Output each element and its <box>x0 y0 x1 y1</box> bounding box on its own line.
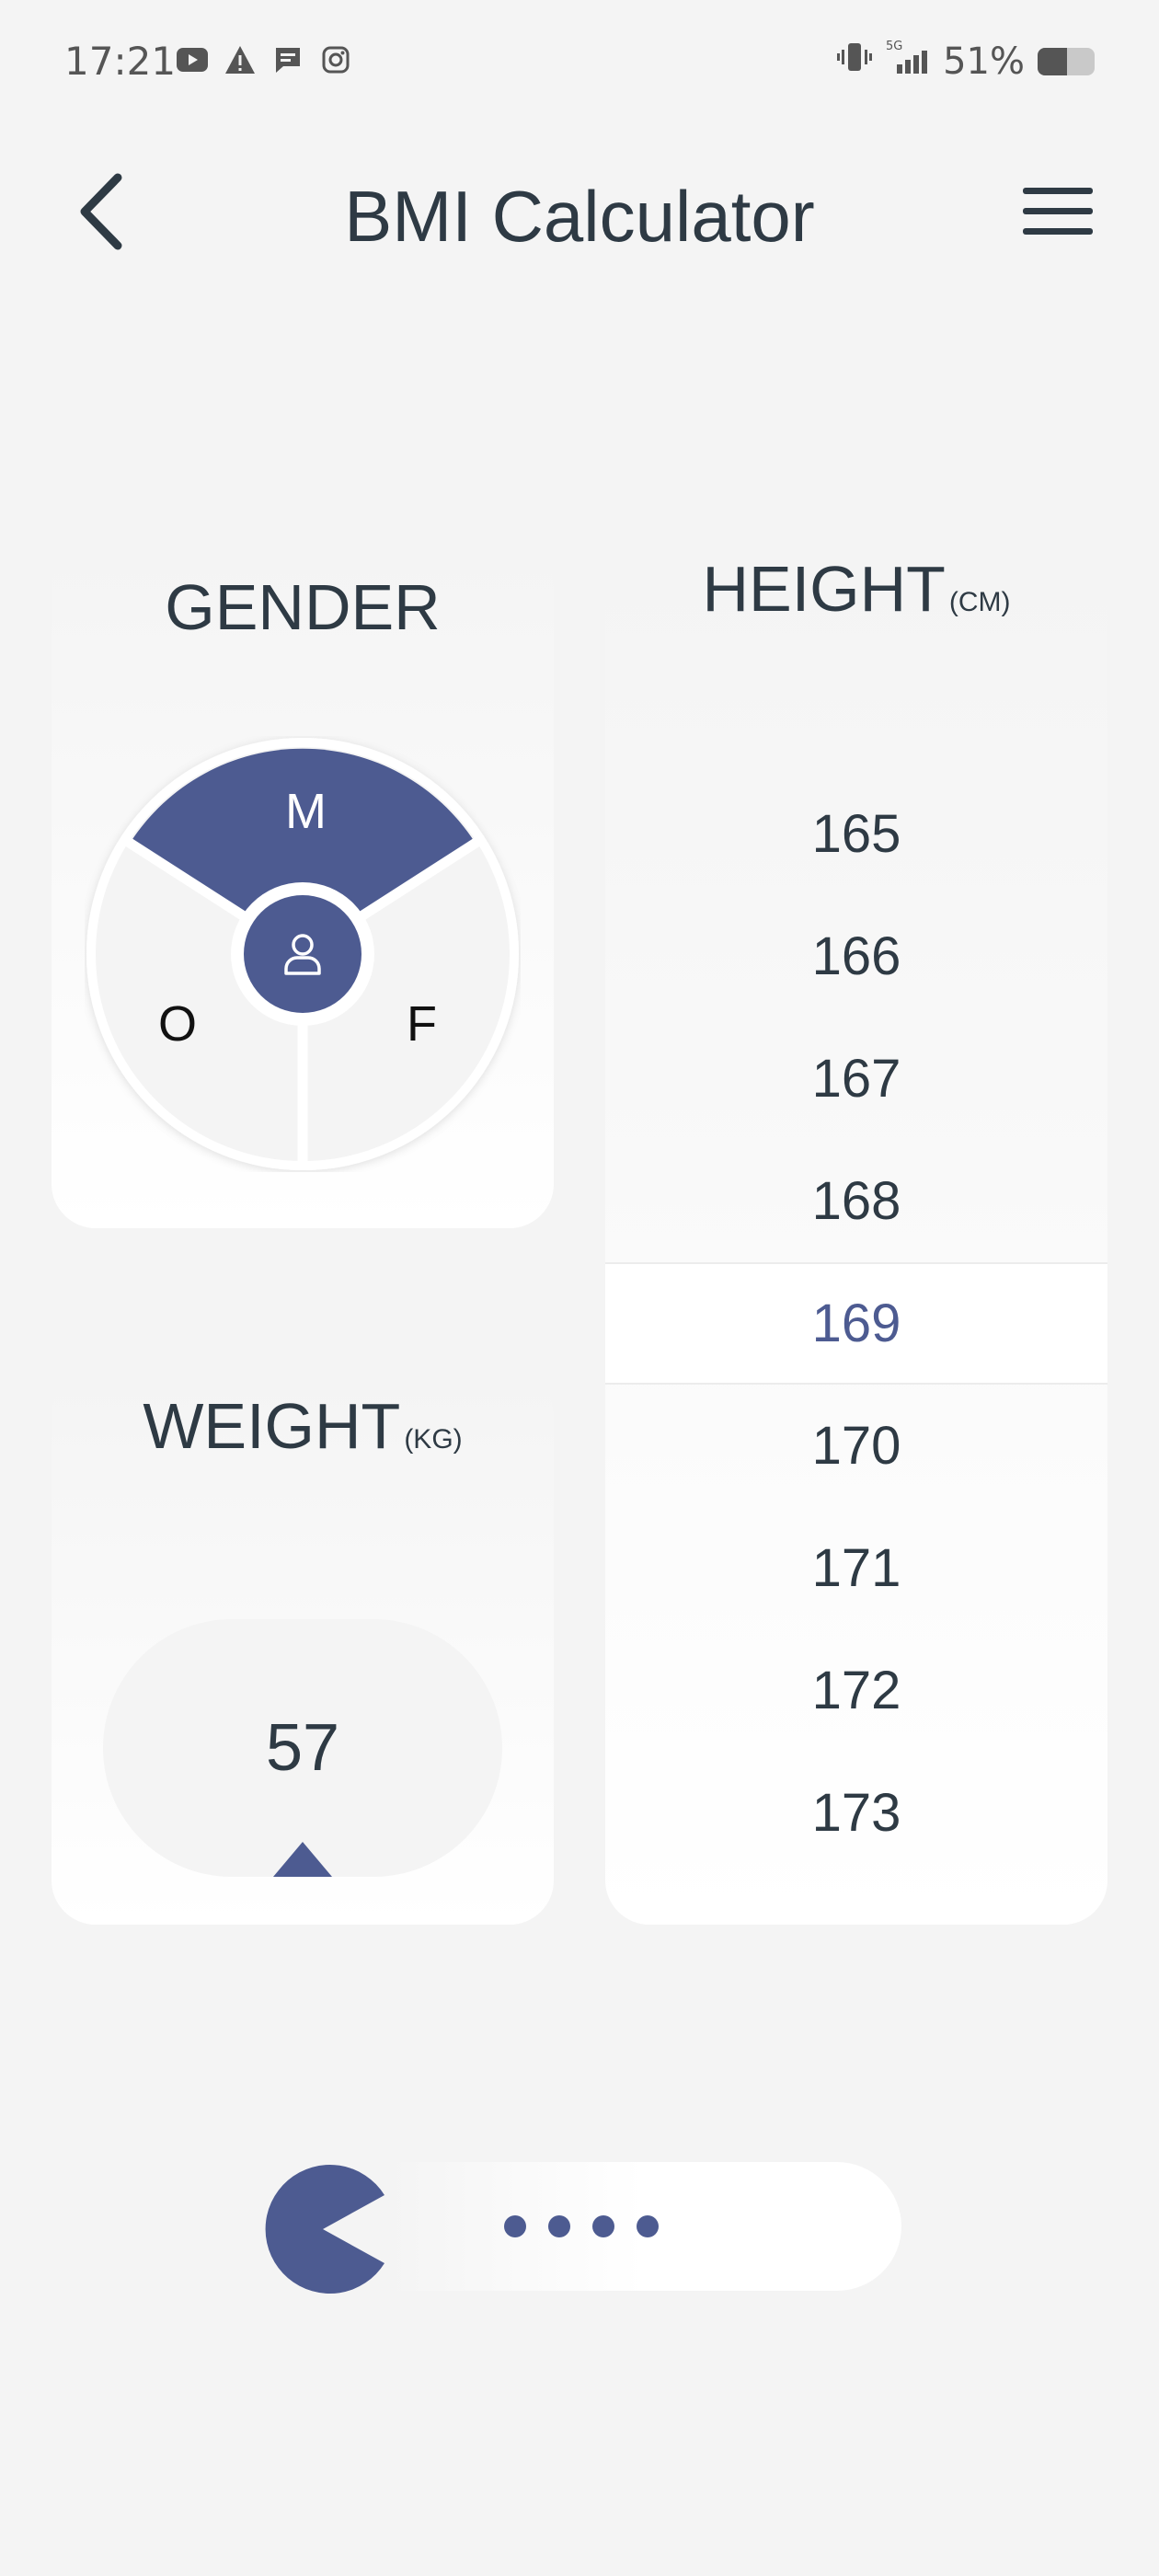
status-time: 17:21 <box>64 39 177 84</box>
height-option[interactable]: 165 <box>605 773 1107 895</box>
battery-icon <box>1038 48 1095 75</box>
gender-option-other[interactable]: O <box>158 999 197 1049</box>
slider-dots <box>504 2215 659 2237</box>
gender-card: GENDER M O F <box>52 543 554 1228</box>
weight-title: WEIGHT (KG) <box>52 1389 554 1463</box>
signal-icon: 5G <box>886 39 930 85</box>
youtube-icon <box>175 42 210 77</box>
height-option[interactable]: 170 <box>605 1385 1107 1507</box>
height-option[interactable]: 167 <box>605 1018 1107 1140</box>
height-option-selected[interactable]: 169 <box>605 1262 1107 1385</box>
hamburger-menu-icon <box>1023 188 1093 235</box>
slider-dot <box>504 2215 526 2237</box>
height-picker[interactable]: 165 166 167 168 169 170 171 172 173 <box>605 773 1107 1874</box>
height-title-text: HEIGHT <box>702 553 946 625</box>
gender-selector: M O F <box>85 736 521 1172</box>
slider-dot <box>548 2215 570 2237</box>
battery-level <box>1038 48 1067 75</box>
weight-unit: (KG) <box>404 1424 463 1455</box>
gender-title: GENDER <box>165 571 441 643</box>
notification-icons <box>175 42 353 77</box>
pacman-knob-icon[interactable] <box>256 2162 390 2296</box>
weight-picker[interactable]: 57 <box>103 1619 502 1877</box>
height-option[interactable]: 172 <box>605 1629 1107 1752</box>
triangle-up-icon <box>273 1842 332 1877</box>
instagram-icon <box>318 42 353 77</box>
calculate-slider[interactable] <box>256 2162 901 2294</box>
message-icon <box>270 42 305 77</box>
vibrate-icon <box>836 39 873 85</box>
height-option[interactable]: 168 <box>605 1140 1107 1262</box>
battery-percent: 51% <box>943 40 1025 83</box>
status-bar: 17:21 5G 51% <box>0 0 1159 129</box>
warning-icon <box>223 42 258 77</box>
system-status: 5G 51% <box>836 39 1095 85</box>
gender-option-male[interactable]: M <box>285 787 327 836</box>
network-type: 5G <box>886 40 902 53</box>
weight-card: WEIGHT (KG) 57 <box>52 1371 554 1925</box>
weight-title-text: WEIGHT <box>143 1390 401 1462</box>
person-icon <box>244 895 361 1013</box>
page-title: BMI Calculator <box>344 176 815 257</box>
height-option[interactable]: 171 <box>605 1507 1107 1629</box>
slider-dot <box>637 2215 659 2237</box>
menu-button[interactable] <box>1012 175 1104 248</box>
gender-option-female[interactable]: F <box>407 999 437 1049</box>
height-card: HEIGHT (CM) 165 166 167 168 169 170 171 172 173 <box>605 543 1107 1925</box>
weight-value: 57 <box>265 1711 340 1785</box>
height-unit: (CM) <box>948 587 1011 617</box>
height-title: HEIGHT (CM) <box>605 552 1107 626</box>
height-option[interactable]: 166 <box>605 895 1107 1018</box>
height-option[interactable]: 173 <box>605 1752 1107 1874</box>
slider-dot <box>592 2215 614 2237</box>
